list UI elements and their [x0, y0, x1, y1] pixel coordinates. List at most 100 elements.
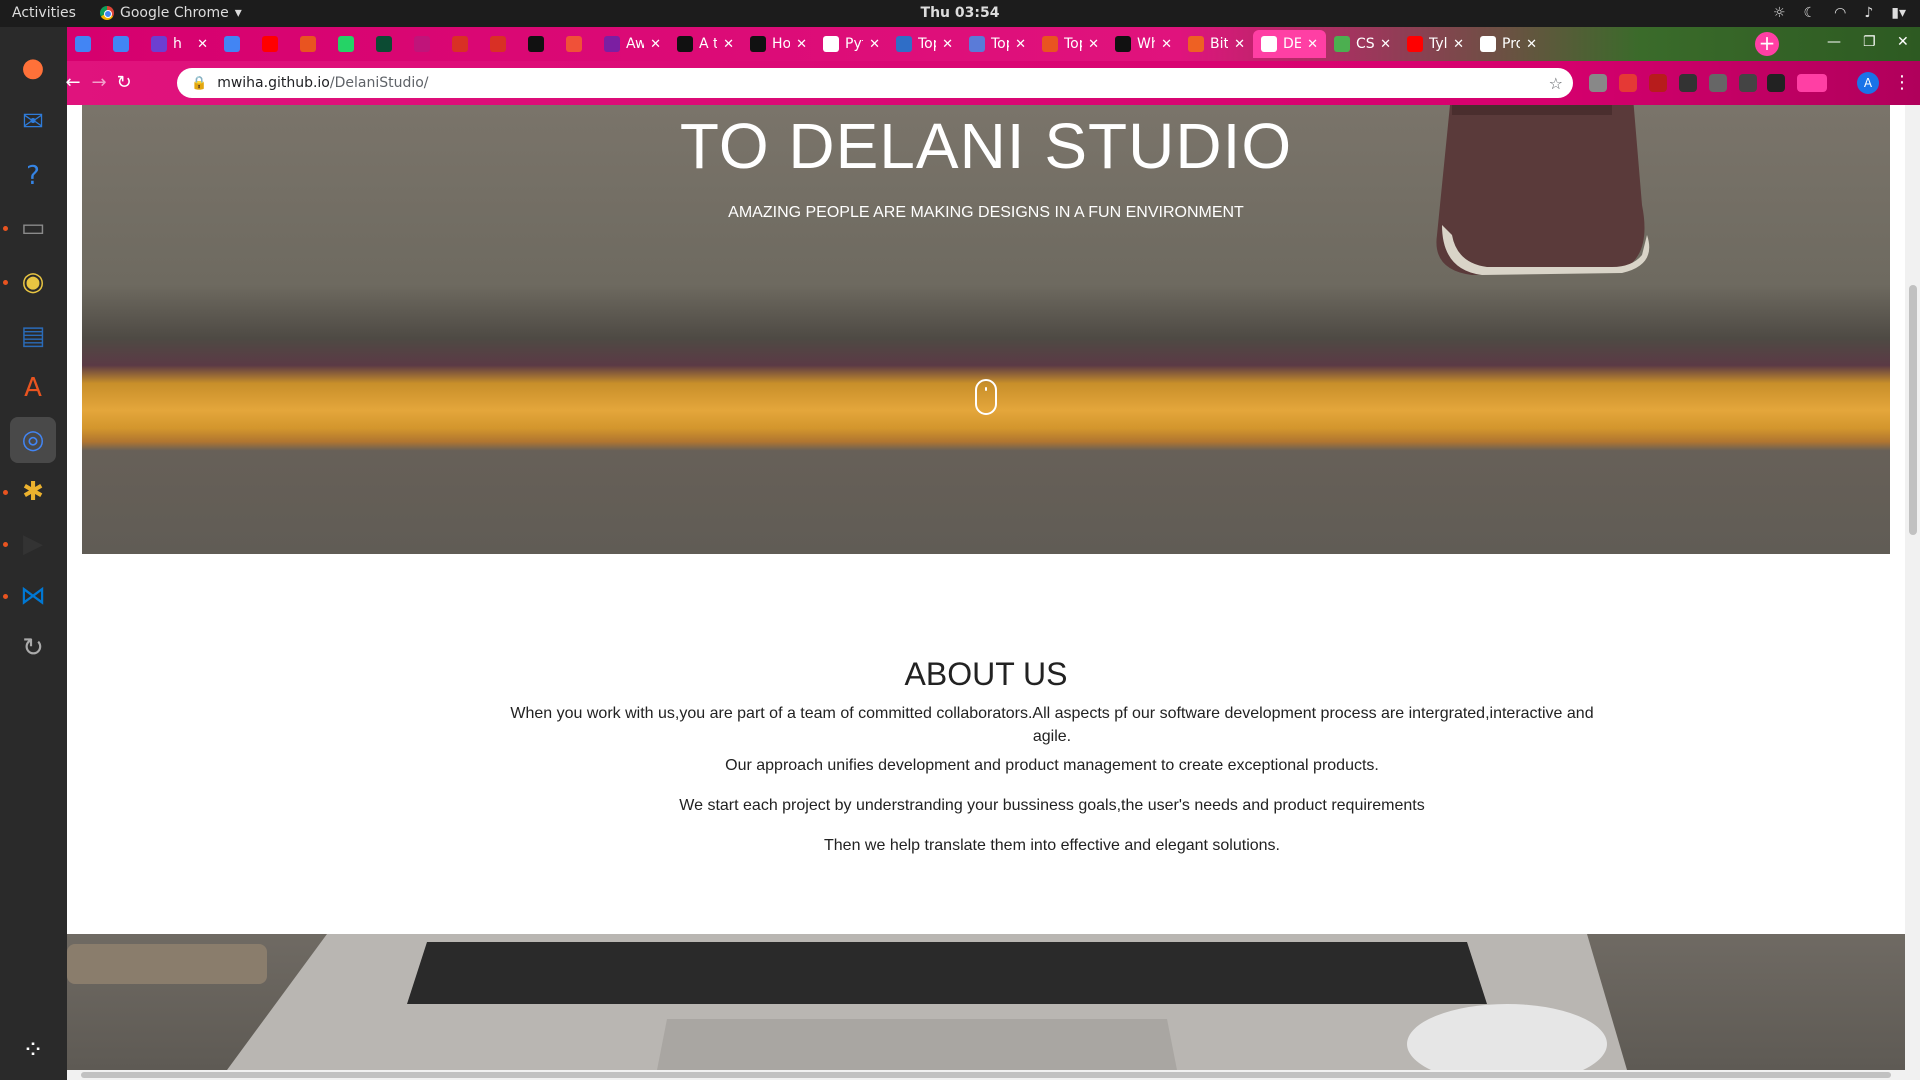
extension-cube-icon[interactable]: [1739, 74, 1757, 92]
reload-icon[interactable]: ↻: [112, 71, 136, 95]
about-paragraph: We start each project by understranding …: [679, 797, 1425, 814]
maximize-button[interactable]: ❐: [1863, 34, 1876, 50]
weather-icon[interactable]: ☼: [1773, 5, 1786, 21]
volume-icon[interactable]: ♪: [1864, 5, 1873, 21]
gmail-icon: [452, 36, 468, 52]
app-grid-icon[interactable]: ⁘: [10, 1027, 56, 1073]
tab-close-icon[interactable]: ✕: [942, 37, 961, 52]
pin-icon: [414, 36, 430, 52]
chrome-menu-icon[interactable]: ⋮: [1893, 72, 1911, 93]
night-light-icon[interactable]: ☾: [1804, 5, 1817, 21]
tab-close-icon[interactable]: ✕: [1526, 37, 1545, 52]
tab-close-icon[interactable]: ✕: [723, 37, 742, 52]
browser-tab[interactable]: DEl ✕: [1253, 30, 1326, 58]
mouse-scroll-icon[interactable]: [975, 379, 997, 415]
forward-arrow-icon[interactable]: →: [87, 71, 111, 95]
activities-button[interactable]: Activities: [12, 5, 76, 21]
clock[interactable]: Thu 03:54: [921, 5, 1000, 21]
rhythmbox-icon[interactable]: ◉: [10, 259, 56, 305]
tab-close-icon[interactable]: ✕: [1307, 37, 1326, 52]
tab-close-icon[interactable]: ✕: [1234, 37, 1253, 52]
software-icon[interactable]: A: [10, 365, 56, 411]
address-bar[interactable]: 🔒 mwiha.github.io /DelaniStudio/ ☆: [177, 68, 1573, 98]
browser-tab[interactable]: [216, 30, 254, 58]
tab-close-icon[interactable]: ✕: [1161, 37, 1180, 52]
system-tray[interactable]: ☼ ☾ ◠ ♪ ▮▾: [1773, 5, 1906, 21]
docs-icon: [75, 36, 91, 52]
writer-icon[interactable]: ▤: [10, 313, 56, 359]
slack-icon[interactable]: ✱: [10, 469, 56, 515]
bookmark-star-icon[interactable]: ☆: [1549, 74, 1563, 93]
tab-close-icon[interactable]: ✕: [197, 37, 216, 52]
extension-cast-icon[interactable]: [1797, 74, 1827, 92]
tab-close-icon[interactable]: ✕: [869, 37, 888, 52]
horizontal-scrollbar-thumb[interactable]: [81, 1072, 1891, 1078]
browser-tab[interactable]: Wh ✕: [1107, 30, 1180, 58]
tab-close-icon[interactable]: ✕: [1088, 37, 1107, 52]
extension-count-icon[interactable]: [1767, 74, 1785, 92]
browser-tab[interactable]: Pro ✕: [1472, 30, 1545, 58]
browser-tab[interactable]: [482, 30, 520, 58]
help-icon[interactable]: ?: [10, 153, 56, 199]
browser-tab[interactable]: [105, 30, 143, 58]
whatsapp-icon: [338, 36, 354, 52]
about-paragraph: Our approach unifies development and pro…: [725, 757, 1379, 774]
extension-location-icon[interactable]: [1589, 74, 1607, 92]
vertical-scrollbar[interactable]: [1905, 105, 1920, 1070]
browser-tab[interactable]: h ✕: [143, 30, 216, 58]
browser-tab[interactable]: [520, 30, 558, 58]
battery-icon[interactable]: ▮▾: [1891, 5, 1906, 21]
browser-tab[interactable]: Tyle ✕: [1399, 30, 1472, 58]
back-arrow-icon[interactable]: ←: [61, 71, 85, 95]
thunderbird-icon[interactable]: ✉: [10, 99, 56, 145]
browser-tab[interactable]: Top ✕: [888, 30, 961, 58]
extension-hand-icon[interactable]: [1619, 74, 1637, 92]
browser-tab[interactable]: [368, 30, 406, 58]
profile-avatar[interactable]: A: [1857, 72, 1879, 94]
tab-title: Tyle: [1429, 36, 1448, 52]
tab-close-icon[interactable]: ✕: [796, 37, 815, 52]
browser-tab[interactable]: Aw ✕: [596, 30, 669, 58]
tab-close-icon[interactable]: ✕: [1453, 37, 1472, 52]
browser-tab[interactable]: Bitl ✕: [1180, 30, 1253, 58]
new-tab-button[interactable]: +: [1755, 32, 1779, 56]
browser-tab[interactable]: Hov ✕: [742, 30, 815, 58]
tab-close-icon[interactable]: ✕: [1015, 37, 1034, 52]
files-icon[interactable]: ▭: [10, 205, 56, 251]
vscode-icon[interactable]: ⋈: [10, 573, 56, 619]
writer-icon-glyph: ▤: [20, 321, 46, 351]
docs-icon: [113, 36, 129, 52]
tab-close-icon[interactable]: ✕: [1380, 37, 1399, 52]
firefox-icon[interactable]: ●: [10, 45, 56, 91]
browser-tab[interactable]: Pytl ✕: [815, 30, 888, 58]
q-icon: [969, 36, 985, 52]
extension-dark-icon[interactable]: [1679, 74, 1697, 92]
browser-tab[interactable]: [558, 30, 596, 58]
browser-tab[interactable]: A te ✕: [669, 30, 742, 58]
lock-icon[interactable]: 🔒: [191, 76, 207, 91]
horizontal-scrollbar[interactable]: [67, 1070, 1920, 1080]
browser-tab[interactable]: Top ✕: [1034, 30, 1107, 58]
browser-tab[interactable]: Top ✕: [961, 30, 1034, 58]
tab-close-icon[interactable]: ✕: [650, 37, 669, 52]
browser-tab[interactable]: [330, 30, 368, 58]
slack-icon-glyph: ✱: [22, 477, 44, 507]
browser-tab[interactable]: [292, 30, 330, 58]
browser-tab[interactable]: [444, 30, 482, 58]
extension-shield-icon[interactable]: [1709, 74, 1727, 92]
close-window-button[interactable]: ✕: [1897, 34, 1909, 50]
browser-tab[interactable]: [406, 30, 444, 58]
updater-icon[interactable]: ↻: [10, 625, 56, 671]
browser-tab[interactable]: [254, 30, 292, 58]
square-icon: [823, 36, 839, 52]
terminal-icon[interactable]: ▶: [10, 521, 56, 567]
wifi-icon[interactable]: ◠: [1834, 5, 1846, 21]
vertical-scrollbar-thumb[interactable]: [1909, 285, 1917, 535]
browser-tab[interactable]: [67, 30, 105, 58]
extension-badge-icon[interactable]: [1649, 74, 1667, 92]
page-viewport: TO DELANI STUDIO AMAZING PEOPLE ARE MAKI…: [67, 105, 1905, 1070]
chrome-icon[interactable]: ◎: [10, 417, 56, 463]
app-menu[interactable]: Google Chrome ▾: [100, 5, 242, 21]
browser-tab[interactable]: CSS ✕: [1326, 30, 1399, 58]
minimize-button[interactable]: —: [1827, 34, 1841, 50]
